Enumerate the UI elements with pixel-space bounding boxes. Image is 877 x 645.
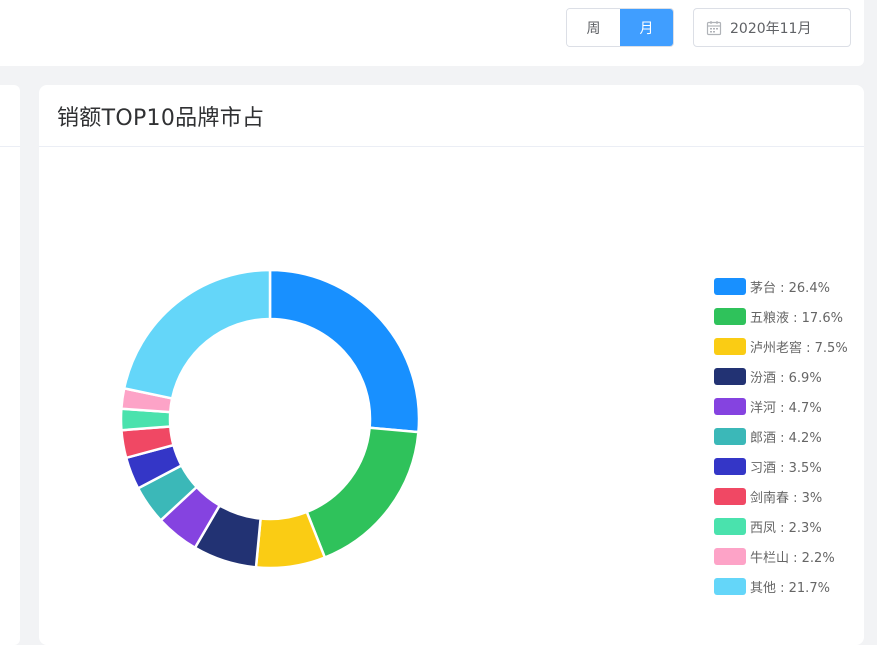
legend-label: 茅台 : 26.4% xyxy=(750,280,830,296)
period-week-button[interactable]: 周 xyxy=(567,9,620,46)
legend-label: 汾酒 : 6.9% xyxy=(750,370,822,386)
legend-swatch xyxy=(714,547,746,565)
legend-swatch xyxy=(714,517,746,535)
legend-item-2[interactable]: 泸州老窖 : 7.5% xyxy=(714,331,864,361)
donut-slice-10[interactable] xyxy=(122,268,272,400)
legend-item-9[interactable]: 牛栏山 : 2.2% xyxy=(714,541,864,571)
donut-slice-0[interactable] xyxy=(268,268,421,434)
legend-item-6[interactable]: 习酒 : 3.5% xyxy=(714,451,864,481)
donut-slice-1[interactable] xyxy=(305,426,420,560)
legend-label: 剑南春 : 3% xyxy=(750,490,823,506)
legend-label: 习酒 : 3.5% xyxy=(750,460,822,476)
legend-swatch xyxy=(714,367,746,385)
legend-swatch xyxy=(714,337,746,355)
legend-swatch xyxy=(714,427,746,445)
legend-item-7[interactable]: 剑南春 : 3% xyxy=(714,481,864,511)
chart-legend: 茅台 : 26.4% 五粮液 : 17.6% 泸州老窖 : 7.5% 汾酒 : 6.9… xyxy=(714,271,864,601)
legend-label: 洋河 : 4.7% xyxy=(750,400,822,416)
brand-share-card: 销额TOP10品牌市占 茅台 : 26.4% 五粮液 : 17.6% 泸州老窖 : … xyxy=(39,85,864,645)
legend-label: 西凤 : 2.3% xyxy=(750,520,822,536)
legend-label: 郎酒 : 4.2% xyxy=(750,430,822,446)
left-card-divider xyxy=(0,146,20,147)
legend-label: 泸州老窖 : 7.5% xyxy=(750,340,848,356)
legend-swatch xyxy=(714,277,746,295)
selected-month: 2020年11月 xyxy=(730,20,812,37)
legend-swatch xyxy=(714,487,746,505)
legend-swatch xyxy=(714,397,746,415)
legend-swatch xyxy=(714,457,746,475)
legend-swatch xyxy=(714,307,746,325)
legend-label: 其他 : 21.7% xyxy=(750,580,830,596)
period-toggle: 周 月 xyxy=(566,8,674,47)
month-picker[interactable]: 2020年11月 xyxy=(693,8,851,47)
calendar-icon xyxy=(706,20,722,36)
legend-item-1[interactable]: 五粮液 : 17.6% xyxy=(714,301,864,331)
legend-item-4[interactable]: 洋河 : 4.7% xyxy=(714,391,864,421)
period-month-button[interactable]: 月 xyxy=(620,9,673,46)
left-card-edge xyxy=(0,85,20,645)
legend-item-8[interactable]: 西凤 : 2.3% xyxy=(714,511,864,541)
legend-swatch xyxy=(714,577,746,595)
legend-label: 五粮液 : 17.6% xyxy=(750,310,843,326)
legend-item-5[interactable]: 郎酒 : 4.2% xyxy=(714,421,864,451)
legend-label: 牛栏山 : 2.2% xyxy=(750,550,835,566)
top-toolbar: 周 月 2020年11月 xyxy=(0,0,864,66)
legend-item-10[interactable]: 其他 : 21.7% xyxy=(714,571,864,601)
legend-item-0[interactable]: 茅台 : 26.4% xyxy=(714,271,864,301)
legend-item-3[interactable]: 汾酒 : 6.9% xyxy=(714,361,864,391)
